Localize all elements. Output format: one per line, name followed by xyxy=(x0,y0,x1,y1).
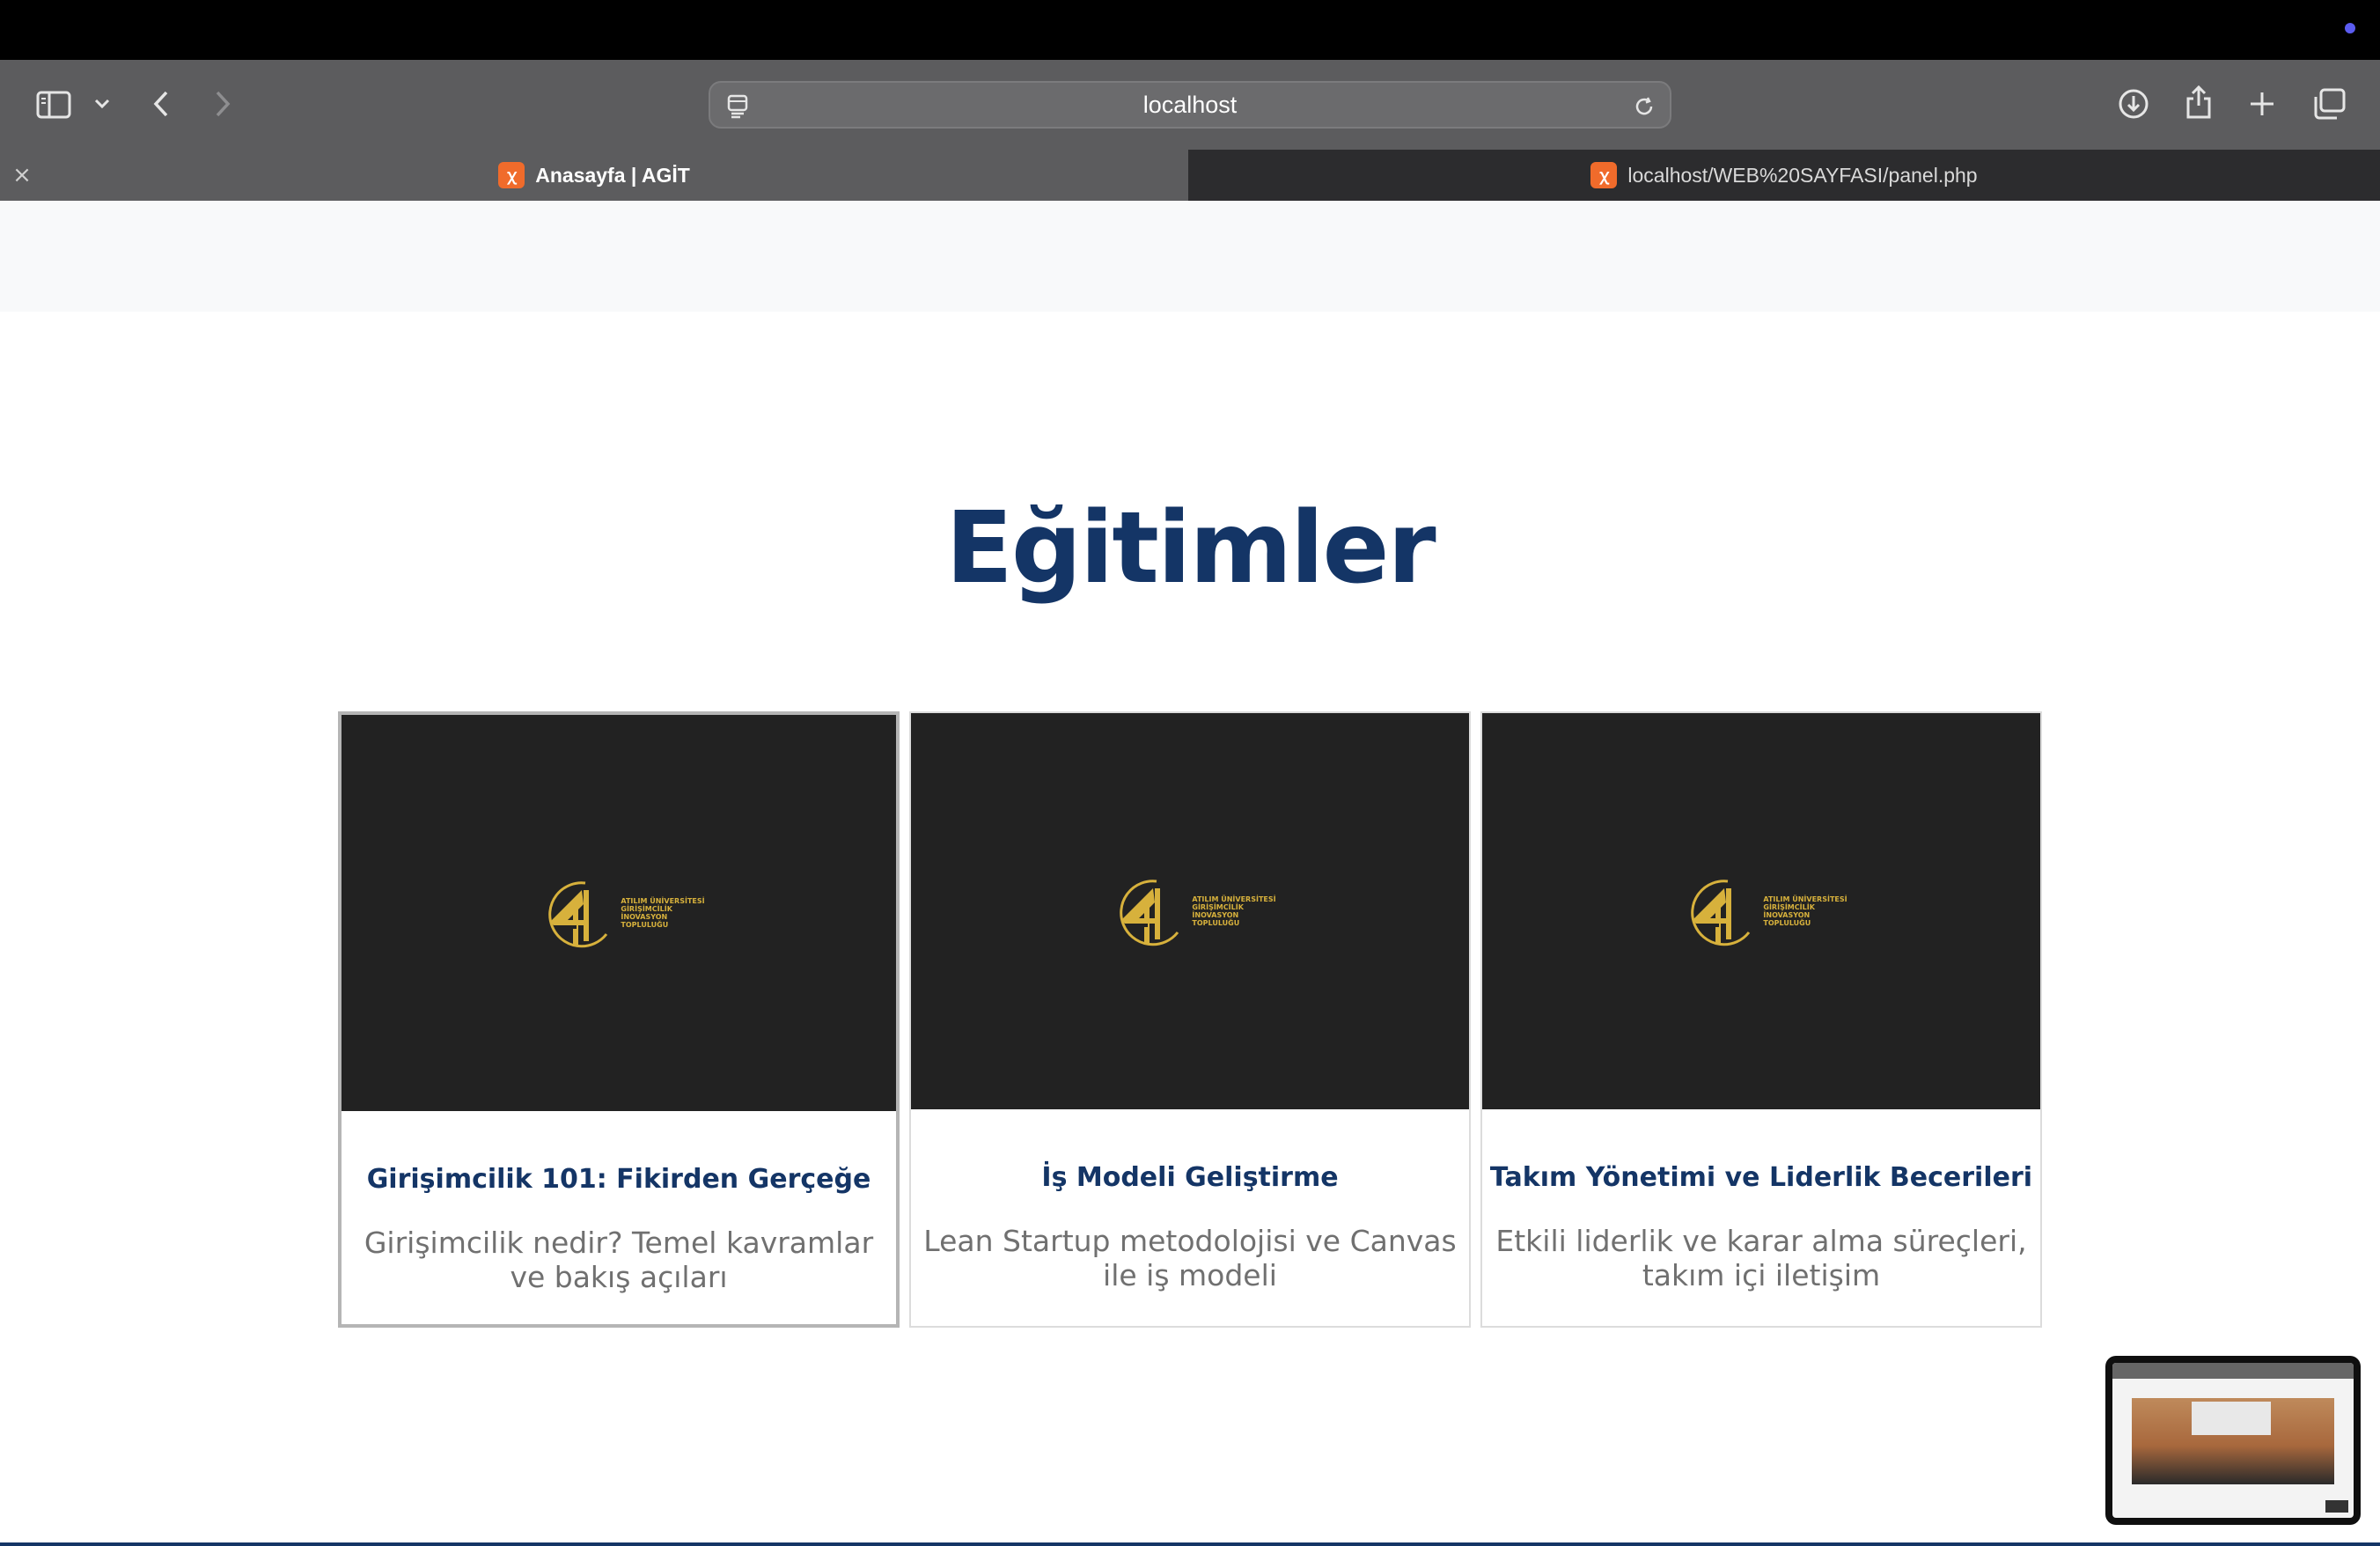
training-card[interactable]: ATILIM ÜNİVERSİTESİ GİRİŞİMCİLİK İNOVASY… xyxy=(1480,711,2042,1328)
logo-text-line: ATILIM ÜNİVERSİTESİ xyxy=(621,897,705,905)
back-icon[interactable] xyxy=(148,86,174,121)
close-tab-icon[interactable]: × xyxy=(11,164,33,187)
sidebar-toggle-icon[interactable] xyxy=(33,88,74,121)
logo-text-line: İNOVASYON xyxy=(1763,911,1811,919)
section-title: Eğitimler xyxy=(945,491,1436,606)
logo-text-line: TOPLULUĞU xyxy=(1192,919,1240,927)
logo-text-line: ATILIM ÜNİVERSİTESİ xyxy=(1192,895,1276,903)
agit-logo-icon xyxy=(1120,880,1179,946)
logo-text-line: TOPLULUĞU xyxy=(621,921,669,929)
card-image: ATILIM ÜNİVERSİTESİ GİRİŞİMCİLİK İNOVASY… xyxy=(911,713,1469,1109)
preview-projection-screen xyxy=(2192,1402,2271,1435)
reload-icon[interactable] xyxy=(1631,93,1657,120)
tab-overview-icon[interactable] xyxy=(2311,86,2347,121)
screenshot-preview-thumbnail[interactable] xyxy=(2105,1356,2361,1525)
address-url[interactable]: localhost xyxy=(710,83,1670,127)
new-tab-icon[interactable] xyxy=(2246,86,2278,121)
card-title: İş Modeli Geliştirme xyxy=(1041,1162,1339,1193)
tab-anasayfa[interactable]: ꭓ Anasayfa | AGİT xyxy=(0,150,1188,201)
agit-logo: ATILIM ÜNİVERSİTESİ GİRİŞİMCİLİK İNOVASY… xyxy=(1104,876,1276,946)
tab-label: Anasayfa | AGİT xyxy=(535,163,690,187)
logo-text-line: GİRİŞİMCİLİK xyxy=(621,905,672,913)
agit-logo: ATILIM ÜNİVERSİTESİ GİRİŞİMCİLİK İNOVASY… xyxy=(533,878,705,948)
xampp-favicon-icon: ꭓ xyxy=(498,162,525,188)
tab-label: localhost/WEB%20SAYFASI/panel.php xyxy=(1627,163,1978,187)
tab-panel[interactable]: ꭓ localhost/WEB%20SAYFASI/panel.php xyxy=(1188,150,2380,201)
card-title: Takım Yönetimi ve Liderlik Becerileri xyxy=(1489,1162,2033,1193)
page-content: Eğitimler ATILIM ÜNİVERSİTESİ GİRİŞİMCİL… xyxy=(0,201,2380,1546)
tab-bar: ꭓ Anasayfa | AGİT × ꭓ localhost/WEB%20SA… xyxy=(0,150,2380,201)
address-bar[interactable]: localhost xyxy=(709,81,1671,129)
agit-logo: ATILIM ÜNİVERSİTESİ GİRİŞİMCİLİK İNOVASY… xyxy=(1675,876,1847,946)
logo-text-line: İNOVASYON xyxy=(621,913,668,921)
chevron-down-icon[interactable] xyxy=(92,93,113,114)
download-icon[interactable] xyxy=(2116,86,2151,121)
share-icon[interactable] xyxy=(2181,83,2216,121)
card-title: Girişimcilik 101: Fikirden Gerçeğe xyxy=(366,1164,871,1195)
menu-bar-strip xyxy=(0,0,2380,60)
preview-corner-badge xyxy=(2325,1500,2348,1513)
logo-text-line: TOPLULUĞU xyxy=(1763,919,1811,927)
footer-divider xyxy=(0,1542,2380,1546)
forward-icon[interactable] xyxy=(209,86,236,121)
training-cards: ATILIM ÜNİVERSİTESİ GİRİŞİMCİLİK İNOVASY… xyxy=(338,711,2042,1328)
card-description: Etkili liderlik ve karar alma süreçleri,… xyxy=(1495,1224,2027,1292)
card-image: ATILIM ÜNİVERSİTESİ GİRİŞİMCİLİK İNOVASY… xyxy=(1482,713,2040,1109)
training-card[interactable]: ATILIM ÜNİVERSİTESİ GİRİŞİMCİLİK İNOVASY… xyxy=(909,711,1471,1328)
preview-toolbar xyxy=(2112,1363,2354,1379)
site-header xyxy=(0,201,2380,312)
logo-text-line: GİRİŞİMCİLİK xyxy=(1763,903,1815,911)
xampp-favicon-icon: ꭓ xyxy=(1590,162,1618,188)
training-card[interactable]: ATILIM ÜNİVERSİTESİ GİRİŞİMCİLİK İNOVASY… xyxy=(338,711,900,1328)
logo-text-line: ATILIM ÜNİVERSİTESİ xyxy=(1763,895,1847,903)
browser-toolbar: localhost xyxy=(0,60,2380,150)
logo-text-line: İNOVASYON xyxy=(1192,911,1239,919)
card-image: ATILIM ÜNİVERSİTESİ GİRİŞİMCİLİK İNOVASY… xyxy=(342,715,896,1111)
logo-text-line: GİRİŞİMCİLİK xyxy=(1192,903,1244,911)
status-dot-icon xyxy=(2345,23,2355,33)
card-description: Lean Startup metodolojisi ve Canvas ile … xyxy=(923,1224,1457,1292)
agit-logo-icon xyxy=(548,881,608,948)
card-description: Girişimcilik nedir? Temel kavramlar ve b… xyxy=(364,1226,874,1294)
agit-logo-icon xyxy=(1691,880,1751,946)
